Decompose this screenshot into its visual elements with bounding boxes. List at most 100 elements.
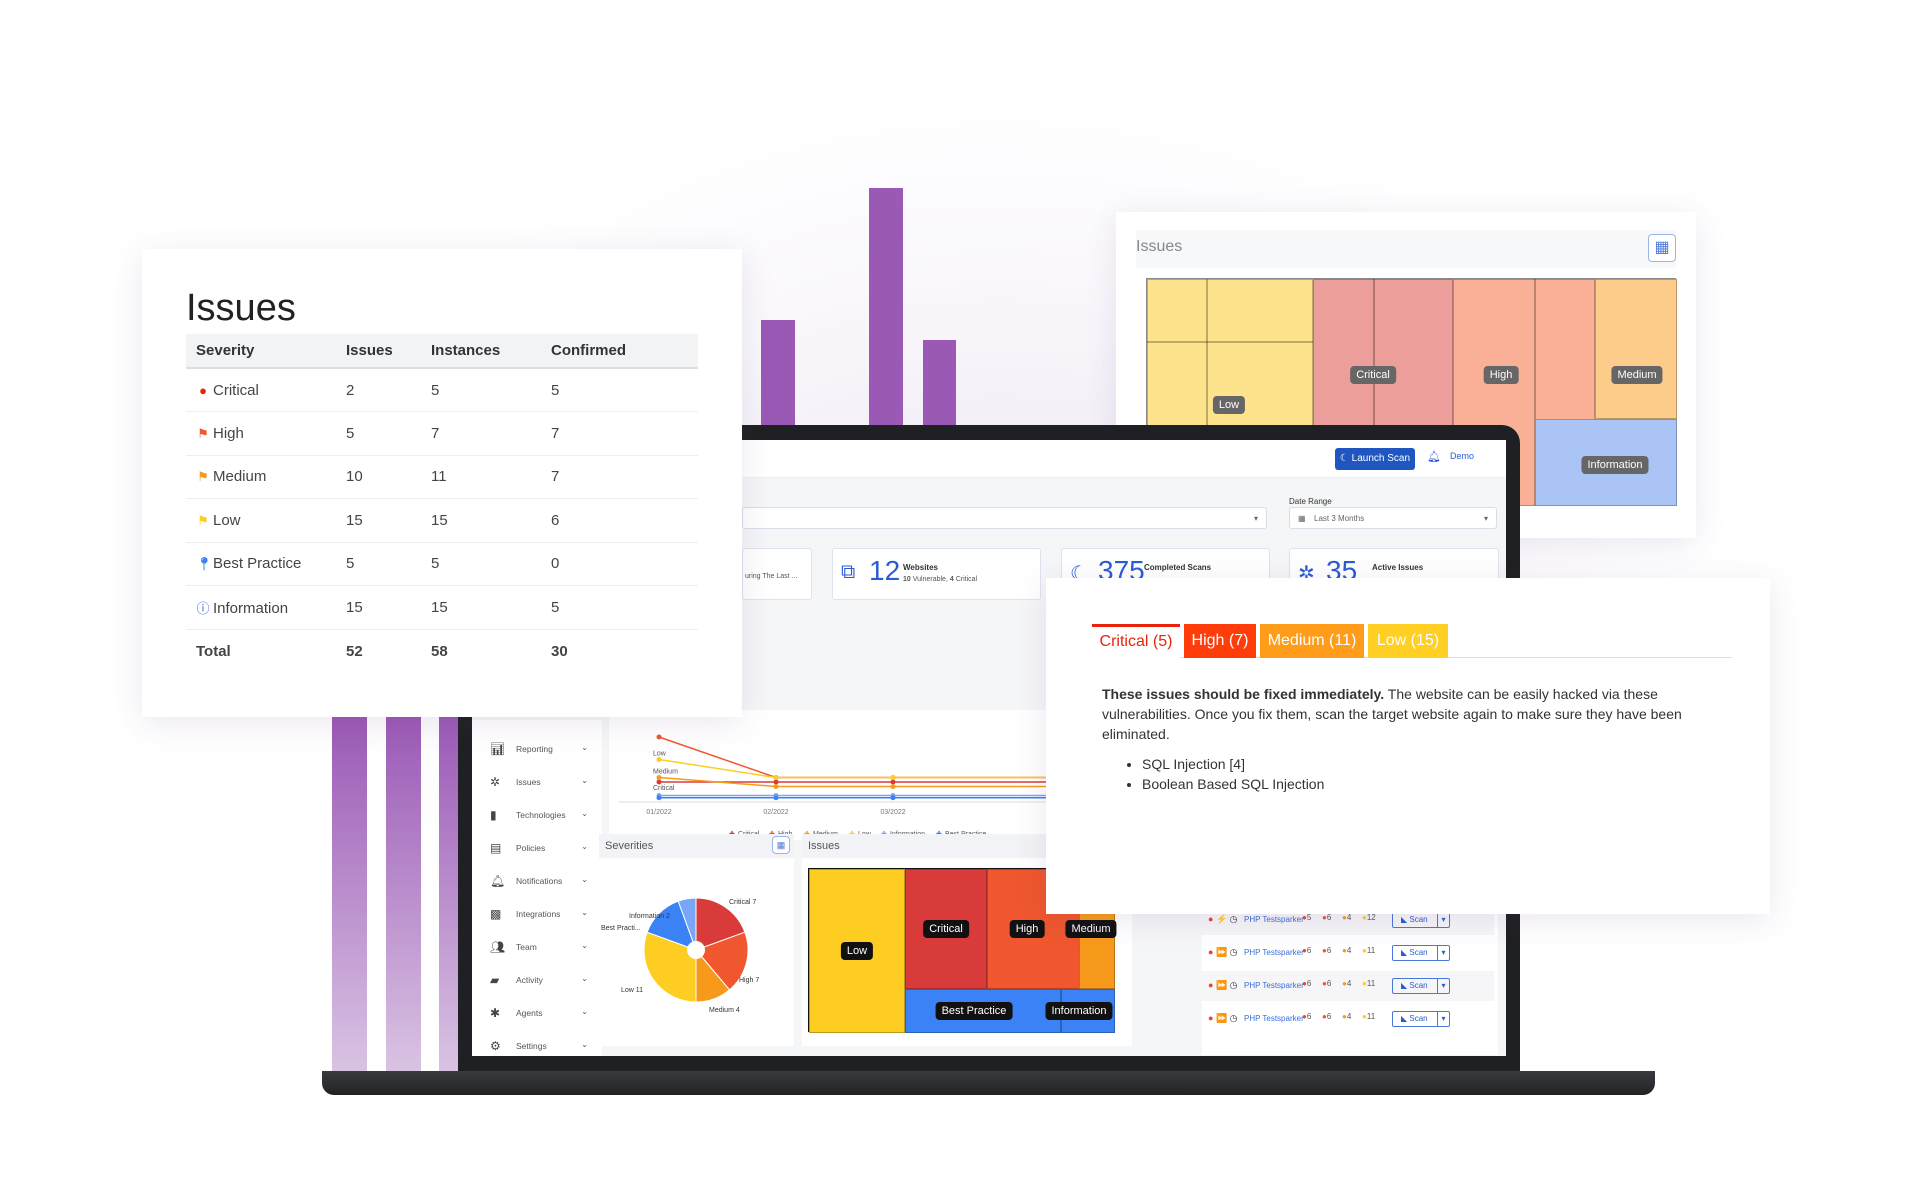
badge-count: 6 [1326, 1012, 1332, 1021]
severity-count-badge: ●11 [1362, 1012, 1375, 1021]
caret-down-icon[interactable]: ▾ [1437, 946, 1449, 960]
pie-chart-svg: Critical 7 High 7 Medium 4 Low 11 Best Pract… [601, 897, 759, 1014]
website-link[interactable]: PHP Testsparker [1244, 948, 1304, 957]
scan-button[interactable]: ◣ Scan ▾ [1392, 912, 1450, 928]
website-select[interactable]: ▾ [742, 507, 1267, 529]
website-link[interactable]: PHP Testsparker [1244, 981, 1304, 990]
tab-high[interactable]: High (7) [1184, 624, 1256, 658]
notifications-bell-icon[interactable]: 🔔︎ [1427, 450, 1441, 463]
sidebar-item-team[interactable]: 👥︎ Team ⌄ [490, 938, 588, 958]
sidebar-item-reporting[interactable]: 📊︎ Reporting ⌄ [490, 740, 588, 760]
scan-button[interactable]: ◣ Scan ▾ [1392, 1011, 1450, 1027]
sidebar-item-integrations[interactable]: ▩ Integrations ⌄ [490, 905, 588, 925]
description-bold: These issues should be fixed immediately… [1102, 686, 1385, 702]
website-link[interactable]: PHP Testsparker [1244, 1014, 1304, 1023]
website-row[interactable]: ● ⏩ ◷ PHP Testsparker ●6 ●6 ●4 ●11 ◣ Scan ▾ [1202, 1004, 1494, 1034]
slice-label: Low 11 [621, 987, 643, 994]
date-range-label: Date Range [1289, 497, 1332, 506]
chevron-down-icon: ⌄ [581, 908, 588, 917]
sidebar-item-activity[interactable]: ▰ Activity ⌄ [490, 971, 588, 991]
stat-title: Websites [903, 563, 938, 572]
data-point[interactable] [890, 775, 896, 780]
sidebar-item-label: Integrations [516, 909, 561, 919]
series-line-high [658, 736, 1049, 779]
user-menu[interactable]: Demo [1450, 451, 1474, 461]
sidebar-item-label: Reporting [516, 744, 553, 754]
badge-count: 6 [1326, 913, 1332, 922]
laptop-base [322, 1071, 1655, 1095]
issue-list-item[interactable]: SQL Injection [4] [1142, 754, 1732, 774]
decorative-bar [332, 717, 367, 1071]
data-point[interactable] [656, 757, 662, 762]
confirmed-cell: 5 [541, 585, 698, 630]
caret-down-icon[interactable]: ▾ [1437, 979, 1449, 993]
severity-cell: ⚑ Low [186, 498, 336, 543]
data-point[interactable] [773, 784, 779, 789]
sidebar-item-agents[interactable]: ✱ Agents ⌄ [490, 1004, 588, 1024]
sidebar-item-technologies[interactable]: ▮ Technologies ⌄ [490, 806, 588, 826]
sidebar-item-policies[interactable]: ▤ Policies ⌄ [490, 839, 588, 859]
treemap-medium[interactable] [1595, 279, 1677, 419]
data-point[interactable] [656, 795, 662, 801]
treemap-label: Critical [923, 920, 969, 938]
info-circle-icon: ⓘ [196, 600, 210, 616]
tab-critical[interactable]: Critical (5) [1092, 624, 1180, 658]
severity-label: Best Practice [213, 555, 302, 573]
data-point[interactable] [773, 779, 779, 785]
decorative-bar [439, 717, 458, 1071]
stat-card-partial[interactable]: uring The Last ... [742, 548, 812, 600]
data-point[interactable] [890, 784, 896, 789]
card-title: Issues [1136, 238, 1183, 255]
sidebar-item-issues[interactable]: ✲ Issues ⌄ [490, 773, 588, 793]
severity-count-badge: ●6 [1322, 979, 1331, 988]
launch-scan-button[interactable]: ☾ Launch Scan [1335, 448, 1415, 470]
data-point[interactable] [773, 775, 779, 780]
tab-medium[interactable]: Medium (11) [1260, 624, 1364, 658]
team-icon: 👥︎ [490, 940, 506, 954]
caret-down-icon[interactable]: ▾ [1437, 1012, 1449, 1026]
sidebar-item-settings[interactable]: ⚙ Settings ⌄ [490, 1037, 588, 1056]
data-point[interactable] [656, 775, 662, 780]
severity-count-badge: ●6 [1322, 1012, 1331, 1021]
severity-cell: ⚑ Medium [186, 455, 336, 499]
data-point[interactable] [656, 779, 662, 785]
chevron-down-icon: ⌄ [581, 941, 588, 950]
slice-label: Best Practi... [601, 925, 641, 932]
website-row[interactable]: ● ⏩ ◷ PHP Testsparker ●6 ●6 ●4 ●11 ◣ Scan ▾ [1202, 938, 1494, 968]
chevron-down-icon: ⌄ [581, 875, 588, 884]
issues-trend-chart: 01/202202/202203/2022LowMediumCritical✚C… [609, 710, 1049, 840]
website-row[interactable]: ● ⏩ ◷ PHP Testsparker ●6 ●6 ●4 ●11 ◣ Scan ▾ [1202, 971, 1494, 1001]
column-header: Issues [336, 334, 421, 369]
badge-count: 11 [1366, 946, 1376, 955]
data-point[interactable] [773, 795, 779, 801]
caret-down-icon[interactable]: ▾ [1437, 913, 1449, 927]
badge-count: 11 [1366, 1012, 1376, 1021]
severity-count-badge: ●6 [1322, 946, 1331, 955]
stat-sub: 10 [903, 576, 911, 583]
instances-cell: 15 [421, 498, 541, 543]
table-view-button[interactable]: ▦ [772, 836, 790, 854]
table-view-button[interactable]: ▦ [1648, 234, 1676, 262]
data-point[interactable] [656, 734, 662, 740]
point-label: Critical [653, 785, 675, 792]
website-link[interactable]: PHP Testsparker [1244, 915, 1304, 924]
severity-count-badge: ●6 [1302, 1012, 1311, 1021]
stat-card-websites[interactable]: ⧉ 12 Websites 10 Vulnerable, 4 Critical [832, 548, 1041, 600]
issues-cell: 15 [336, 498, 421, 543]
date-range-select[interactable]: ▦ Last 3 Months ▾ [1289, 507, 1497, 529]
tab-low[interactable]: Low (15) [1368, 624, 1448, 658]
table-row: ● Critical 2 5 5 [186, 368, 698, 412]
total-label: Total [196, 642, 231, 660]
issue-list-item[interactable]: Boolean Based SQL Injection [1142, 774, 1732, 794]
scan-button[interactable]: ◣ Scan ▾ [1392, 945, 1450, 961]
flag-icon: ⚑ [197, 512, 209, 528]
data-point[interactable] [890, 795, 896, 801]
badge-count: 6 [1326, 946, 1332, 955]
scan-button[interactable]: ◣ Scan ▾ [1392, 978, 1450, 994]
data-point[interactable] [890, 779, 896, 785]
chevron-down-icon: ⌄ [581, 776, 588, 785]
badge-count: 4 [1346, 913, 1352, 922]
sidebar-item-notifications[interactable]: 🔔︎ Notifications ⌄ [490, 872, 588, 892]
issues-table: Severity Issues Instances Confirmed ● Critic… [186, 334, 698, 673]
clipboard-icon: ▤ [490, 841, 502, 855]
